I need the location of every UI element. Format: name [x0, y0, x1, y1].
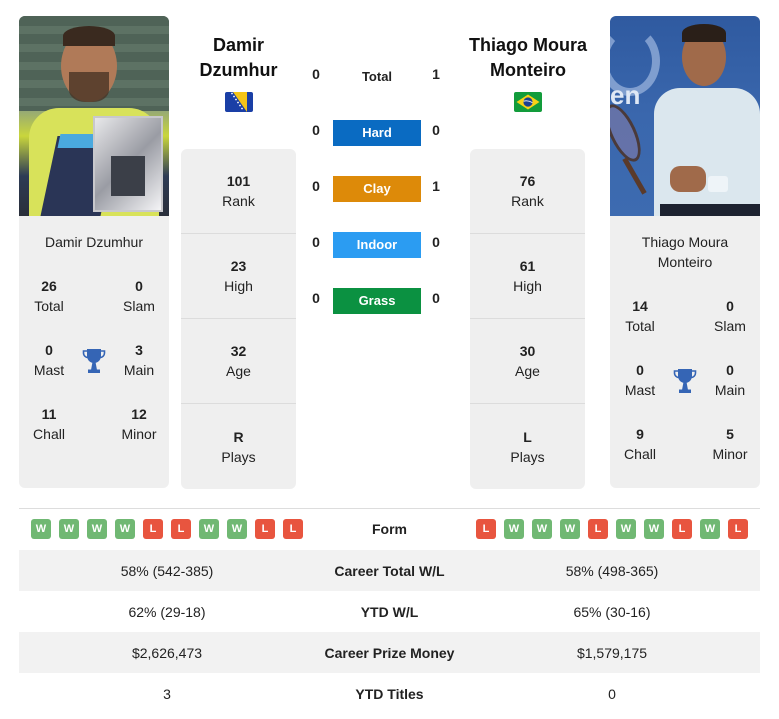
- p2-ytd-wl: 65% (30-16): [573, 603, 651, 620]
- surface-hard-button[interactable]: Hard: [333, 120, 421, 146]
- h2h-total-label: Total: [361, 69, 393, 84]
- form-win-badge[interactable]: W: [31, 519, 51, 539]
- p2-ytd-titles: 0: [608, 685, 616, 702]
- player1-stats: 101 Rank 23 High 32 Age R Plays: [181, 149, 296, 489]
- form-win-badge[interactable]: W: [700, 519, 720, 539]
- player1-photo[interactable]: [19, 16, 169, 216]
- p2-titles-total: 14 Total: [625, 298, 655, 334]
- row-label: Career Prize Money: [324, 644, 455, 661]
- player1-card-name[interactable]: Damir Dzumhur: [19, 232, 169, 252]
- form-win-badge[interactable]: W: [115, 519, 135, 539]
- form-loss-badge[interactable]: L: [143, 519, 163, 539]
- form-win-badge[interactable]: W: [59, 519, 79, 539]
- p2-stat-high: 61 High: [470, 234, 585, 319]
- p1-career-wl: 58% (542-385): [120, 562, 214, 579]
- p1-titles-total: 26 Total: [34, 278, 64, 314]
- surface-indoor-button[interactable]: Indoor: [333, 232, 421, 258]
- player2-card: en Thiago Moura Monteiro 14 Total 0 Slam…: [610, 16, 760, 488]
- form-loss-badge[interactable]: L: [476, 519, 496, 539]
- p1-titles-main: 3 Main: [123, 342, 155, 378]
- form-loss-badge[interactable]: L: [588, 519, 608, 539]
- p2-prize-money: $1,579,175: [576, 644, 648, 661]
- h2h-total-p1: 0: [312, 66, 320, 82]
- p2-titles-chall: 9 Chall: [624, 426, 656, 462]
- p2-career-wl: 58% (498-365): [565, 562, 659, 579]
- p1-stat-age: 32 Age: [181, 319, 296, 404]
- form-label: Form: [372, 521, 407, 537]
- form-loss-badge[interactable]: L: [672, 519, 692, 539]
- form-win-badge[interactable]: W: [616, 519, 636, 539]
- player2-header-name[interactable]: Thiago Moura Monteiro: [462, 33, 594, 83]
- table-row: $2,626,473 Career Prize Money $1,579,175: [19, 632, 760, 673]
- row-label: Career Total W/L: [334, 562, 445, 579]
- p2-titles-slam: 0 Slam: [714, 298, 746, 334]
- form-row: WWWWLLWWLL Form LWWWLWWLWL: [19, 508, 760, 549]
- p1-titles-slam: 0 Slam: [123, 278, 155, 314]
- table-row: 3 YTD Titles 0: [19, 673, 760, 714]
- p1-stat-high: 23 High: [181, 234, 296, 319]
- surface-clay-button[interactable]: Clay: [333, 176, 421, 202]
- player1-card: Damir Dzumhur 26 Total 0 Slam 0 Mast 3 M…: [19, 16, 169, 488]
- p1-prize-money: $2,626,473: [131, 644, 203, 661]
- form-win-badge[interactable]: W: [560, 519, 580, 539]
- p1-stat-rank: 101 Rank: [181, 149, 296, 234]
- player2-card-name[interactable]: Thiago Moura Monteiro: [610, 232, 760, 272]
- player2-photo[interactable]: en: [610, 16, 760, 216]
- trophy-icon: [82, 349, 106, 373]
- player1-form: WWWWLLWWLL: [19, 519, 315, 539]
- row-label: YTD Titles: [355, 685, 424, 702]
- form-win-badge[interactable]: W: [87, 519, 107, 539]
- surface-grass-button[interactable]: Grass: [333, 288, 421, 314]
- p1-titles-minor: 12 Minor: [121, 406, 157, 442]
- form-win-badge[interactable]: W: [532, 519, 552, 539]
- p1-titles-mast: 0 Mast: [33, 342, 65, 378]
- form-loss-badge[interactable]: L: [728, 519, 748, 539]
- h2h-total-p2: 1: [432, 66, 440, 82]
- form-win-badge[interactable]: W: [504, 519, 524, 539]
- form-loss-badge[interactable]: L: [171, 519, 191, 539]
- p2-stat-rank: 76 Rank: [470, 149, 585, 234]
- form-win-badge[interactable]: W: [199, 519, 219, 539]
- bosnia-herzegovina-flag-icon: [225, 92, 253, 112]
- p2-stat-plays: L Plays: [510, 428, 545, 465]
- player2-stats: 76 Rank 61 High 30 Age L Plays: [470, 149, 585, 489]
- p2-titles-mast: 0 Mast: [624, 362, 656, 398]
- p2-titles-main: 0 Main: [714, 362, 746, 398]
- form-win-badge[interactable]: W: [227, 519, 247, 539]
- player1-header-name[interactable]: Damir Dzumhur: [181, 33, 296, 83]
- form-loss-badge[interactable]: L: [255, 519, 275, 539]
- p1-ytd-wl: 62% (29-18): [128, 603, 206, 620]
- form-win-badge[interactable]: W: [644, 519, 664, 539]
- p1-stat-plays: R Plays: [221, 428, 256, 465]
- row-label: YTD W/L: [360, 603, 419, 620]
- brazil-flag-icon: [514, 92, 542, 112]
- table-row: 58% (542-385) Career Total W/L 58% (498-…: [19, 550, 760, 591]
- player2-form: LWWWLWWLWL: [464, 519, 760, 539]
- table-row: 62% (29-18) YTD W/L 65% (30-16): [19, 591, 760, 632]
- p2-titles-minor: 5 Minor: [712, 426, 748, 462]
- form-loss-badge[interactable]: L: [283, 519, 303, 539]
- trophy-icon: [673, 369, 697, 393]
- p2-stat-age: 30 Age: [470, 319, 585, 404]
- p1-titles-chall: 11 Chall: [33, 406, 65, 442]
- p1-ytd-titles: 3: [163, 685, 171, 702]
